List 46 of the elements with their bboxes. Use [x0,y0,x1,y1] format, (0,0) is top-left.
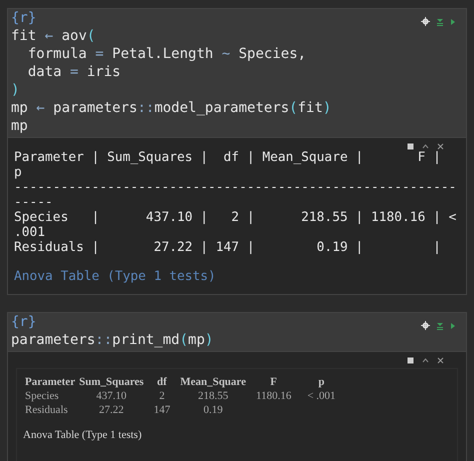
column-header: F [269,375,278,389]
play-icon[interactable] [450,18,456,26]
column-header: Sum_Squares [78,375,145,389]
table-cell-text: 2 [158,389,166,403]
chunk-header: {r} [11,313,36,331]
table-cell-text: 147 [152,403,172,417]
table-cell-text: 218.55 [196,389,230,403]
code-line: formula = Petal.Length ~ Species, [26,45,308,63]
code-line: parameters::print_md(mp) [11,331,214,349]
code-line: mp ← parameters::model_parameters(fit) [11,99,332,117]
table-cell-text: 27.22 [98,403,125,417]
output-line: p [14,165,22,180]
code-line: data = iris [26,63,122,81]
output-line: Residuals | 27.22 | 147 | 0.19 | | [14,240,441,255]
column-header: df [156,375,168,389]
output-line: ----- [14,195,53,210]
code-line: fit ← aov( [11,27,96,45]
chunk-header: {r} [11,9,36,27]
gear-icon[interactable] [421,17,430,26]
play-icon[interactable] [450,322,456,330]
column-header: Mean_Square [179,375,247,389]
run-above-icon[interactable] [436,322,444,330]
output-line: --------------------------------------------------------- [14,180,456,195]
chevron-up-icon[interactable] [422,143,429,150]
table-cell-text: 437.10 [95,389,128,403]
square-icon[interactable] [407,357,414,364]
table-cell-text: 0.19 [202,403,224,417]
table-cell-text: < .001 [306,389,337,403]
chevron-up-icon[interactable] [422,357,429,364]
output-line: Species | 437.10 | 2 | 218.55 | 1180.16 | < [14,210,456,225]
table-cell-text: Species [24,389,60,403]
close-icon[interactable] [437,357,444,364]
close-icon[interactable] [437,143,444,150]
output-line: .001 [14,225,46,240]
square-icon[interactable] [407,143,414,150]
table-cell-text: 1180.16 [255,389,292,403]
run-above-icon[interactable] [436,18,444,26]
gear-icon[interactable] [421,321,430,330]
table-caption: Anova Table (Type 1 tests) [14,269,216,284]
code-line: ) [11,81,20,99]
table-cell-text: Residuals [24,403,69,417]
column-header: p [317,375,326,389]
table-caption: Anova Table (Type 1 tests) [23,429,143,441]
code-line: mp [11,117,29,135]
column-header: Parameter [24,375,76,389]
output-line: Parameter | Sum_Squares | df | Mean_Square | F | [14,150,441,165]
